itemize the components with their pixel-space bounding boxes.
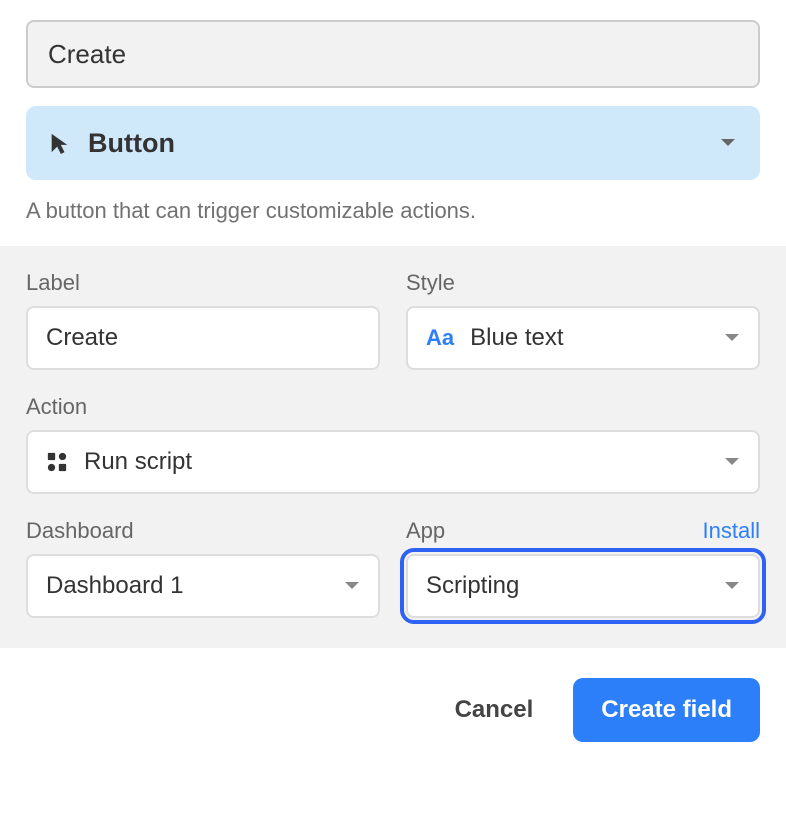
dashboard-field-label: Dashboard (26, 518, 134, 544)
style-select[interactable]: Aa Blue text (406, 306, 760, 370)
app-select-value: Scripting (426, 572, 519, 600)
field-name-input[interactable] (26, 20, 760, 88)
cancel-button[interactable]: Cancel (445, 682, 544, 738)
install-link[interactable]: Install (703, 518, 760, 544)
cursor-icon (48, 132, 70, 154)
action-select-value: Run script (84, 448, 192, 476)
field-type-selector[interactable]: Button (26, 106, 760, 180)
chevron-down-icon (724, 581, 740, 591)
chevron-down-icon (344, 581, 360, 591)
app-select[interactable]: Scripting (406, 554, 760, 618)
dashboard-select[interactable]: Dashboard 1 (26, 554, 380, 618)
script-icon (46, 451, 68, 473)
label-field-label: Label (26, 270, 80, 296)
style-prefix-icon: Aa (426, 325, 454, 351)
chevron-down-icon (724, 457, 740, 467)
chevron-down-icon (724, 333, 740, 343)
action-field-label: Action (26, 394, 87, 420)
style-field-label: Style (406, 270, 455, 296)
action-select[interactable]: Run script (26, 430, 760, 494)
dashboard-select-value: Dashboard 1 (46, 572, 183, 600)
field-type-description: A button that can trigger customizable a… (26, 198, 760, 246)
label-input[interactable] (26, 306, 380, 370)
create-field-button[interactable]: Create field (573, 678, 760, 742)
field-type-label: Button (88, 128, 175, 159)
app-field-label: App (406, 518, 445, 544)
style-select-value: Blue text (470, 324, 563, 352)
chevron-down-icon (720, 138, 736, 148)
